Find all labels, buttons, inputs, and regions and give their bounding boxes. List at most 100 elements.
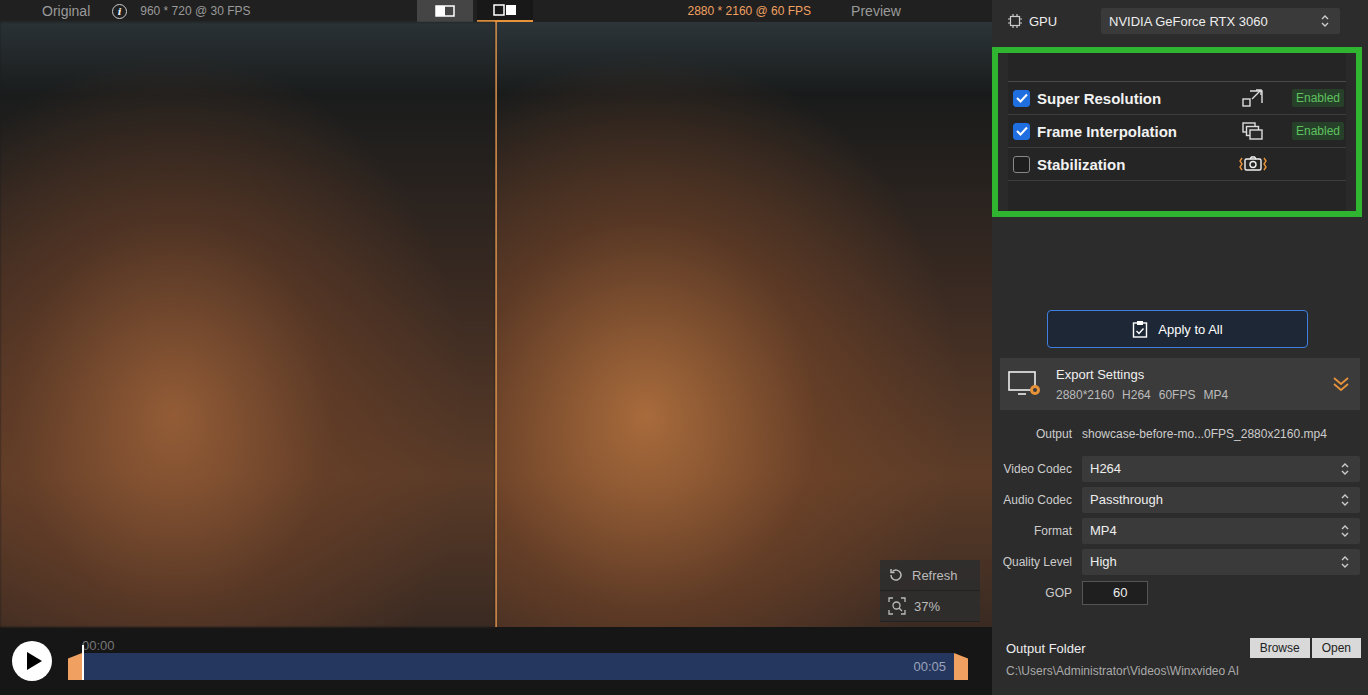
setting-input[interactable]: 60 bbox=[1082, 581, 1148, 605]
output-folder: Output FolderBrowseOpen C:\Users\Administ… bbox=[992, 634, 1368, 678]
clipboard-icon bbox=[1132, 320, 1148, 338]
check-icon bbox=[1016, 93, 1028, 103]
setting-row: Format MP4 bbox=[992, 515, 1368, 546]
badge-slot: Enabled bbox=[1290, 89, 1346, 107]
single-view-icon bbox=[435, 5, 455, 17]
setting-value: H264 bbox=[1090, 461, 1121, 476]
zoom-level: 37% bbox=[914, 599, 940, 614]
comparison-viewer: Refresh 37% bbox=[0, 22, 992, 627]
end-time: 00:05 bbox=[913, 659, 946, 674]
badge-slot: Enabled bbox=[1290, 122, 1346, 140]
gpu-value: NVIDIA GeForce RTX 3060 bbox=[1109, 14, 1268, 29]
feature-icon-slot bbox=[1238, 121, 1268, 141]
trim-range[interactable]: 00:05 bbox=[82, 653, 954, 680]
gpu-label: GPU bbox=[1029, 14, 1101, 29]
export-summary: 2880*2160H26460FPSMP4 bbox=[1056, 388, 1332, 402]
export-settings-header[interactable]: Export Settings2880*2160H26460FPSMP4 bbox=[1000, 358, 1360, 410]
playhead[interactable] bbox=[82, 645, 84, 680]
preview-frame: Refresh 37% bbox=[497, 22, 992, 627]
settings-panel: GPU NVIDIA GeForce RTX 3060 Super Resoluti… bbox=[992, 0, 1368, 695]
start-time: 00:00 bbox=[82, 638, 115, 653]
folder-button[interactable]: Browse bbox=[1250, 638, 1310, 658]
feature-name: Frame Interpolation bbox=[1037, 123, 1238, 140]
check-icon bbox=[1016, 126, 1028, 136]
viewer-header: Original i 960 * 720 @ 30 FPS 2880 * 2160 @… bbox=[0, 0, 992, 22]
view-mode-button[interactable] bbox=[417, 0, 473, 22]
covered-row bbox=[1008, 53, 1346, 82]
gpu-row: GPU NVIDIA GeForce RTX 3060 bbox=[992, 8, 1368, 34]
split-view-icon bbox=[493, 4, 517, 16]
setting-select[interactable]: H264 bbox=[1082, 456, 1360, 482]
setting-label: GOP bbox=[992, 586, 1072, 600]
setting-select[interactable]: Passthrough bbox=[1082, 487, 1360, 513]
feature-row[interactable]: Super ResolutionEnabled bbox=[1008, 82, 1346, 115]
setting-row: Audio Codec Passthrough bbox=[992, 484, 1368, 515]
feature-row[interactable]: Frame Interpolation Enabled bbox=[1008, 115, 1346, 148]
export-title: Export Settings bbox=[1056, 367, 1332, 382]
setting-value: 60 bbox=[1113, 585, 1127, 600]
folder-buttons: BrowseOpen bbox=[1250, 638, 1361, 658]
trim-end-handle[interactable] bbox=[954, 653, 968, 680]
zoom-button[interactable]: 37% bbox=[880, 591, 980, 622]
play-icon bbox=[25, 651, 43, 671]
status-badge: Enabled bbox=[1292, 122, 1344, 140]
refresh-icon bbox=[888, 567, 904, 583]
refresh-button[interactable]: Refresh bbox=[880, 560, 980, 591]
summary-item: H264 bbox=[1122, 388, 1151, 402]
play-button[interactable] bbox=[12, 641, 52, 681]
apply-label: Apply to All bbox=[1158, 322, 1222, 337]
setting-select[interactable]: High bbox=[1082, 549, 1360, 575]
monitor-gear-icon bbox=[1008, 370, 1042, 398]
timeline-track[interactable]: 00:05 bbox=[68, 653, 968, 680]
original-frame bbox=[0, 22, 495, 627]
preview-spec: 2880 * 2160 @ 60 FPS bbox=[688, 4, 812, 18]
settings-list: Video CodecH264Audio CodecPassthroughFor… bbox=[992, 453, 1368, 608]
updown-icon bbox=[1340, 524, 1350, 538]
feature-checkbox[interactable] bbox=[1013, 90, 1030, 107]
timeline-bar: 00:00 00:05 bbox=[0, 627, 992, 695]
updown-icon bbox=[1340, 555, 1350, 569]
refresh-label: Refresh bbox=[912, 568, 958, 583]
feature-checkbox[interactable] bbox=[1013, 156, 1030, 173]
zoom-icon bbox=[888, 597, 906, 615]
summary-item: MP4 bbox=[1203, 388, 1228, 402]
view-mode-toggle bbox=[417, 0, 533, 22]
updown-icon bbox=[1320, 14, 1330, 28]
setting-row: GOP 60 bbox=[992, 577, 1368, 608]
setting-row: Quality LevelHigh bbox=[992, 546, 1368, 577]
app-window: Original i 960 * 720 @ 30 FPS 2880 * 2160 @… bbox=[0, 0, 1368, 695]
viewer-column: Original i 960 * 720 @ 30 FPS 2880 * 2160 @… bbox=[0, 0, 992, 695]
feature-checkbox[interactable] bbox=[1013, 123, 1030, 140]
setting-select[interactable]: MP4 bbox=[1082, 518, 1360, 544]
setting-label: Audio Codec bbox=[992, 493, 1072, 507]
setting-value: High bbox=[1090, 554, 1117, 569]
feature-name: Stabilization bbox=[1037, 156, 1238, 173]
stabilize-camera-icon bbox=[1239, 154, 1267, 174]
setting-value: Passthrough bbox=[1090, 492, 1163, 507]
setting-label: Format bbox=[992, 524, 1072, 538]
updown-icon bbox=[1340, 462, 1350, 476]
original-spec: 960 * 720 @ 30 FPS bbox=[140, 4, 250, 18]
apply-to-all-button[interactable]: Apply to All bbox=[1047, 310, 1308, 348]
trim-start-handle[interactable] bbox=[68, 653, 82, 680]
info-icon[interactable]: i bbox=[112, 4, 127, 19]
status-badge: Enabled bbox=[1292, 89, 1344, 107]
original-label: Original bbox=[42, 3, 90, 19]
view-mode-button[interactable] bbox=[477, 0, 533, 22]
time-row: 00:00 bbox=[68, 627, 968, 653]
double-chevron-icon bbox=[1332, 376, 1350, 392]
preview-tools: Refresh 37% bbox=[880, 560, 980, 622]
preview-label: Preview bbox=[851, 3, 901, 19]
upscale-icon bbox=[1241, 88, 1265, 108]
gpu-select[interactable]: NVIDIA GeForce RTX 3060 bbox=[1101, 8, 1340, 34]
chip-icon bbox=[1007, 13, 1023, 29]
feature-icon-slot bbox=[1238, 88, 1268, 108]
feature-row[interactable]: Stabilization bbox=[1008, 148, 1346, 181]
updown-icon bbox=[1340, 493, 1350, 507]
feature-icon-slot bbox=[1238, 154, 1268, 174]
output-folder-path: C:\Users\Administrator\Videos\Winxvideo … bbox=[1006, 664, 1361, 678]
output-folder-header: Output FolderBrowseOpen bbox=[1006, 634, 1361, 662]
summary-item: 60FPS bbox=[1159, 388, 1196, 402]
output-label: Output bbox=[992, 427, 1072, 441]
folder-button[interactable]: Open bbox=[1312, 638, 1361, 658]
